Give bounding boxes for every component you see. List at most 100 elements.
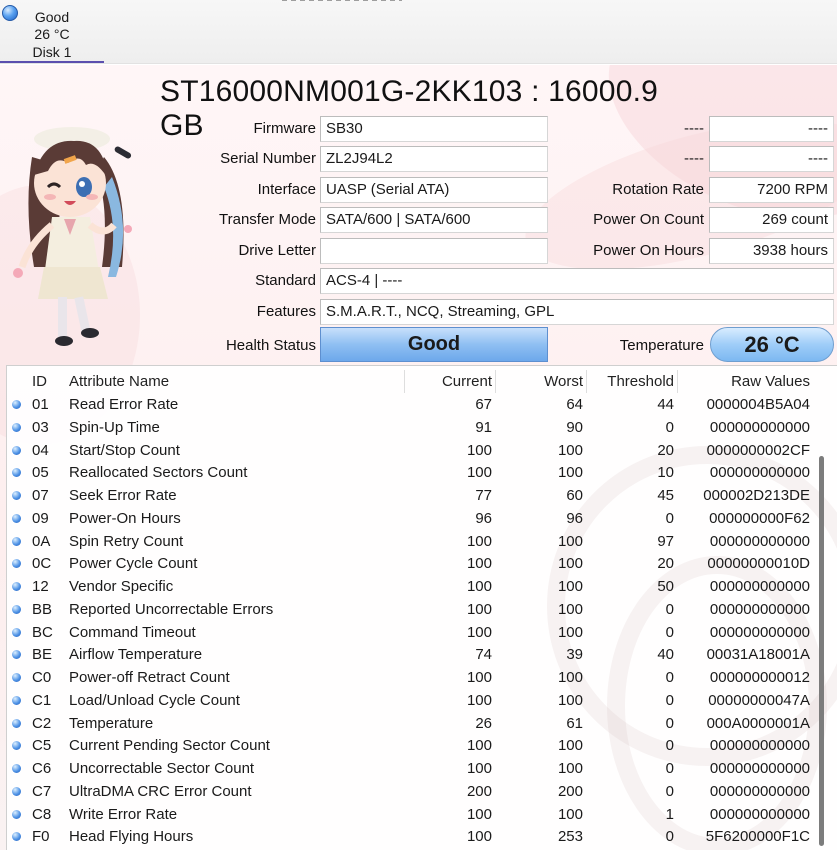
current-value: 100 (466, 578, 492, 595)
table-row[interactable]: 09 Power-On Hours 96 96 0 000000000F62 (7, 507, 837, 530)
table-row[interactable]: BC Command Timeout 100 100 0 000000000000 (7, 621, 837, 644)
current-value: 100 (466, 760, 492, 777)
table-row[interactable]: 01 Read Error Rate 67 64 44 0000004B5A04 (7, 393, 837, 416)
firmware-field[interactable]: SB30 (320, 116, 548, 142)
table-row[interactable]: BB Reported Uncorrectable Errors 100 100 0 00… (7, 598, 837, 621)
health-status-button[interactable]: Good (320, 327, 548, 362)
table-row[interactable]: 0C Power Cycle Count 100 100 20 00000000010D (7, 552, 837, 575)
power-on-count-field[interactable]: 269 count (709, 207, 834, 233)
current-value: 26 (475, 714, 492, 732)
current-value: 74 (475, 646, 492, 664)
status-dot-icon (12, 786, 21, 796)
table-row[interactable]: C5 Current Pending Sector Count 100 100 0 000… (7, 734, 837, 757)
table-row[interactable]: C1 Load/Unload Cycle Count 100 100 0 00000000… (7, 689, 837, 712)
status-dot-icon (12, 536, 21, 546)
smart-attributes-table[interactable]: ID Attribute Name Current Worst Threshol… (6, 365, 837, 850)
threshold-value: 0 (665, 828, 674, 846)
header-attribute-name[interactable]: Attribute Name (69, 370, 399, 393)
status-dot-icon (12, 513, 21, 523)
column-divider[interactable] (677, 370, 678, 393)
temperature-button[interactable]: 26 °C (710, 327, 834, 362)
transfer-mode-label: Transfer Mode (219, 211, 316, 228)
attribute-name: UltraDMA CRC Error Count (69, 782, 252, 800)
unknown-field-2[interactable]: ---- (709, 146, 834, 172)
threshold-value: 50 (657, 578, 674, 595)
threshold-value: 0 (665, 782, 674, 800)
health-status-label: Health Status (225, 337, 316, 354)
vertical-scrollbar[interactable] (819, 456, 824, 846)
attribute-name: Read Error Rate (69, 396, 179, 413)
worst-value: 90 (566, 418, 583, 436)
threshold-value: 97 (657, 532, 674, 550)
table-row[interactable]: 03 Spin-Up Time 91 90 0 000000000000 (7, 416, 837, 439)
table-row[interactable]: 04 Start/Stop Count 100 100 20 0000000002CF (7, 439, 837, 462)
threshold-value: 20 (657, 555, 674, 573)
threshold-value: 0 (665, 714, 674, 732)
current-value: 67 (475, 396, 492, 413)
attribute-name: Write Error Rate (69, 805, 178, 823)
table-row[interactable]: F0 Head Flying Hours 100 253 0 5F6200000F1C (7, 825, 837, 848)
unknown-field-1[interactable]: ---- (709, 116, 834, 142)
worst-value: 39 (566, 646, 583, 664)
mascot-illustration (13, 127, 132, 346)
rotation-rate-field[interactable]: 7200 RPM (709, 177, 834, 203)
column-divider[interactable] (586, 370, 587, 393)
features-field[interactable]: S.M.A.R.T., NCQ, Streaming, GPL (320, 299, 834, 325)
attribute-name: Command Timeout (69, 623, 196, 641)
drive-letter-field[interactable] (320, 238, 548, 264)
raw-value: 0000000002CF (706, 441, 810, 459)
worst-value: 100 (557, 578, 583, 595)
table-row[interactable]: 07 Seek Error Rate 77 60 45 000002D213DE (7, 484, 837, 507)
table-row[interactable]: 05 Reallocated Sectors Count 100 100 10 00000… (7, 461, 837, 484)
disk-tab-1[interactable]: Good 26 °C Disk 1 (0, 0, 104, 63)
status-dot-icon (12, 400, 21, 409)
standard-field[interactable]: ACS-4 | ---- (320, 268, 834, 294)
worst-value: 253 (557, 828, 583, 846)
interface-field[interactable]: UASP (Serial ATA) (320, 177, 548, 203)
current-value: 100 (466, 805, 492, 823)
status-dot-icon (12, 582, 21, 591)
column-divider[interactable] (495, 370, 496, 393)
raw-value: 00031A18001A (706, 646, 810, 664)
table-row[interactable]: C7 UltraDMA CRC Error Count 200 200 0 0000000… (7, 780, 837, 803)
header-raw-values[interactable]: Raw Values (679, 370, 810, 393)
attribute-id: 01 (32, 396, 49, 413)
raw-value: 00000000047A (708, 691, 810, 709)
unknown-label-2: ---- (684, 150, 704, 167)
table-row[interactable]: C8 Write Error Rate 100 100 1 000000000000 (7, 803, 837, 826)
standard-label: Standard (255, 272, 316, 289)
raw-value: 000000000000 (709, 578, 810, 595)
threshold-value: 0 (665, 691, 674, 709)
transfer-mode-field[interactable]: SATA/600 | SATA/600 (320, 207, 548, 233)
disk-selector-bar: Good 26 °C Disk 1 (0, 0, 837, 64)
attribute-name: Reported Uncorrectable Errors (69, 600, 274, 618)
table-row[interactable]: C0 Power-off Retract Count 100 100 0 00000000… (7, 666, 837, 689)
status-dot-icon (12, 604, 21, 614)
power-on-hours-field[interactable]: 3938 hours (709, 238, 834, 264)
header-worst[interactable]: Worst (497, 370, 583, 393)
worst-value: 100 (557, 805, 583, 823)
attribute-name: Load/Unload Cycle Count (69, 691, 240, 709)
column-divider[interactable] (404, 370, 405, 393)
serial-number-label: Serial Number (220, 150, 316, 167)
worst-value: 100 (557, 623, 583, 641)
table-row[interactable]: C2 Temperature 26 61 0 000A0000001A (7, 712, 837, 735)
table-row[interactable]: 12 Vendor Specific 100 100 50 000000000000 (7, 575, 837, 598)
raw-value: 000002D213DE (703, 487, 810, 504)
attribute-id: 04 (32, 441, 49, 459)
table-row[interactable]: C6 Uncorrectable Sector Count 100 100 0 00000… (7, 757, 837, 780)
raw-value: 000000000000 (709, 737, 810, 755)
status-dot-icon (12, 559, 21, 569)
header-threshold[interactable]: Threshold (589, 370, 674, 393)
current-value: 100 (466, 669, 492, 686)
header-current[interactable]: Current (407, 370, 492, 393)
attribute-name: Current Pending Sector Count (69, 737, 270, 755)
table-row[interactable]: BE Airflow Temperature 74 39 40 00031A18001A (7, 643, 837, 666)
attribute-name: Spin-Up Time (69, 418, 160, 436)
status-dot-icon (12, 673, 21, 682)
serial-number-field[interactable]: ZL2J94L2 (320, 146, 548, 172)
attribute-id: 07 (32, 487, 49, 504)
threshold-value: 40 (657, 646, 674, 664)
header-id[interactable]: ID (32, 370, 62, 393)
table-row[interactable]: 0A Spin Retry Count 100 100 97 000000000000 (7, 530, 837, 553)
